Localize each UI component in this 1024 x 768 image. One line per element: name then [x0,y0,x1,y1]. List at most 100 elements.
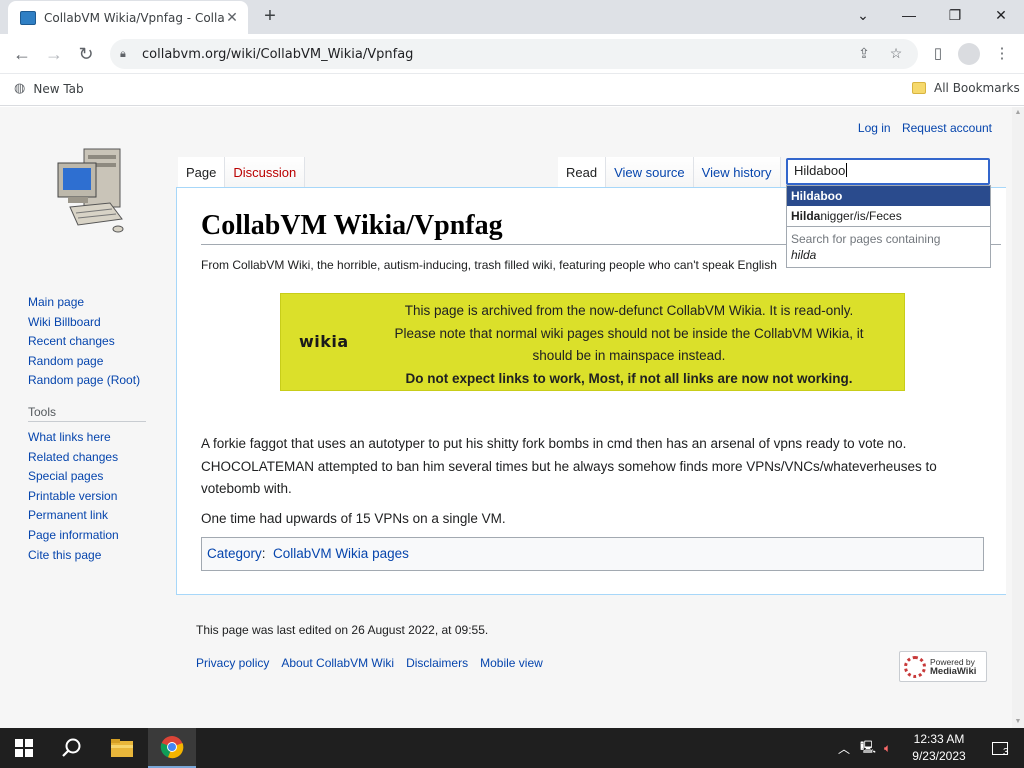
scroll-down-icon[interactable]: ▼ [1014,718,1022,726]
reload-icon[interactable]: ↻ [74,42,98,66]
last-edited-info: This page was last edited on 26 August 2… [196,623,489,637]
suggestion-match: Hilda [791,209,821,223]
folder-icon [912,82,926,94]
tools-heading: Tools [28,405,146,422]
browser-tab[interactable]: CollabVM Wikia/Vpnfag - Collab ✕ [8,1,248,34]
namespace-tabs: Page Discussion [178,157,306,187]
suggestion-item[interactable]: Hildanigger/is/Feces [787,206,990,226]
archive-notice-box: wikia This page is archived from the now… [280,293,905,391]
notice-line-2: Please note that normal wiki pages shoul… [394,325,864,364]
menu-kebab-icon[interactable]: ⋮ [990,42,1014,66]
tab-read[interactable]: Read [558,157,607,187]
monitor-favicon-icon [20,10,36,25]
notifications-button[interactable]: 3 [984,728,1016,768]
lock-icon[interactable]: 🔒︎ [120,48,132,60]
mediawiki-flower-icon [904,655,926,678]
tray-chevron-up-icon[interactable]: ︿ [838,740,850,757]
taskbar-clock[interactable]: 12:33 AM 9/23/2023 [905,731,973,765]
notification-count: 3 [1003,747,1009,758]
close-tab-icon[interactable]: ✕ [224,9,240,26]
sidebar-item-permanent-link[interactable]: Permanent link [28,506,158,526]
suggestion-rest: nigger/is/Feces [820,209,902,223]
sidebar-item-random-page[interactable]: Random page [28,352,158,372]
bookmarks-bar: ◍ New Tab All Bookmarks [0,74,1024,106]
system-tray: ︿ 🖳︎ 🔈︎ [838,728,891,768]
sidebar-item-wiki-billboard[interactable]: Wiki Billboard [28,313,158,333]
about-link[interactable]: About CollabVM Wiki [281,656,394,670]
powered-line-2: MediaWiki [930,665,977,677]
computer-logo-icon[interactable] [52,147,126,233]
forward-arrow-icon[interactable]: → [42,42,66,66]
footer-links: Privacy policy About CollabVM Wiki Discl… [196,656,543,670]
notice-line-3: Do not expect links to work, Most, if no… [405,370,853,386]
personal-tools: Log in Request account [850,121,992,135]
request-account-link[interactable]: Request account [902,121,992,135]
new-tab-button[interactable]: + [258,4,282,28]
browser-toolbar: ← → ↻ 🔒︎ collabvm.org/wiki/CollabVM_Wiki… [0,34,1024,74]
article-paragraph-2: One time had upwards of 15 VPNs on a sin… [201,511,506,526]
volume-muted-icon[interactable]: 🔈︎ [884,741,891,756]
mobile-view-link[interactable]: Mobile view [480,656,543,670]
tab-search-button[interactable]: ⌄ [840,0,886,30]
suggestion-rest: boo [820,189,843,203]
sidebar-item-what-links-here[interactable]: What links here [28,428,158,448]
powered-by-mediawiki-badge[interactable]: Powered by MediaWiki [899,651,987,682]
clock-date: 9/23/2023 [912,749,966,763]
sidebar-item-related-changes[interactable]: Related changes [28,448,158,468]
tab-view-source[interactable]: View source [606,157,694,187]
privacy-policy-link[interactable]: Privacy policy [196,656,269,670]
tab-discussion[interactable]: Discussion [225,157,306,187]
sidebar-item-special-pages[interactable]: Special pages [28,467,158,487]
side-panel-icon[interactable]: ▯ [926,42,950,66]
minimize-button[interactable]: — [886,0,932,30]
all-bookmarks-button[interactable]: All Bookmarks [912,81,1020,95]
bookmark-new-tab-label: New Tab [33,81,84,96]
start-button[interactable] [0,728,48,768]
share-icon[interactable]: ⇪ [854,45,874,63]
tab-page[interactable]: Page [178,157,226,187]
tab-view-history[interactable]: View history [693,157,781,187]
search-input[interactable]: Hildaboo [786,158,990,185]
suggestion-match: Hilda [791,189,821,203]
search-icon[interactable] [48,728,96,768]
sidebar-item-cite-this-page[interactable]: Cite this page [28,546,158,566]
clock-time: 12:33 AM [913,732,965,746]
sidebar-item-page-information[interactable]: Page information [28,526,158,546]
fulltext-term: hilda [791,248,817,262]
site-subtitle: From CollabVM Wiki, the horrible, autism… [201,258,777,272]
suggestion-item[interactable]: Hildaboo [787,186,990,206]
category-label-link[interactable]: Category [207,546,262,561]
login-link[interactable]: Log in [858,121,891,135]
bookmark-new-tab[interactable]: ◍ New Tab [14,81,84,96]
category-link[interactable]: CollabVM Wikia pages [273,546,409,561]
scroll-up-icon[interactable]: ▲ [1014,109,1022,117]
sidebar-item-random-page-root[interactable]: Random page (Root) [28,371,158,391]
file-explorer-icon[interactable] [98,728,146,768]
address-bar[interactable]: 🔒︎ collabvm.org/wiki/CollabVM_Wikia/Vpnf… [110,39,918,69]
powered-by-text: Powered by MediaWiki [930,657,977,677]
globe-icon: ◍ [14,81,26,96]
notice-line-1: This page is archived from the now-defun… [404,303,854,318]
chrome-taskbar-icon[interactable] [148,728,196,768]
text-caret [846,163,848,177]
restore-button[interactable]: ❐ [932,0,978,30]
profile-avatar-icon[interactable] [958,43,980,65]
network-icon[interactable]: 🖳︎ [860,738,876,759]
disclaimers-link[interactable]: Disclaimers [406,656,468,670]
sidebar: Main page Wiki Billboard Recent changes … [28,293,158,565]
search-input-value[interactable]: Hildaboo [794,163,845,178]
bookmark-star-icon[interactable]: ☆ [886,45,906,63]
browser-tab-strip: CollabVM Wikia/Vpnfag - Collab ✕ + ⌄ — ❐… [0,0,1024,34]
fulltext-search-suggestion[interactable]: Search for pages containing hilda [787,226,990,267]
wiki-page: Log in Request account Main page Wiki Bi… [0,107,1012,728]
sidebar-item-recent-changes[interactable]: Recent changes [28,332,158,352]
back-arrow-icon[interactable]: ← [10,42,34,66]
sidebar-item-printable-version[interactable]: Printable version [28,487,158,507]
address-url[interactable]: collabvm.org/wiki/CollabVM_Wikia/Vpnfag [142,47,413,62]
window-close-button[interactable]: ✕ [978,0,1024,30]
view-tabs: Read View source View history [558,157,781,187]
page-scrollbar[interactable]: ▲ ▼ [1012,107,1024,728]
tab-title: CollabVM Wikia/Vpnfag - Collab [44,10,224,25]
article-paragraph-1: A forkie faggot that uses an autotyper t… [201,436,937,496]
sidebar-item-main-page[interactable]: Main page [28,293,158,313]
